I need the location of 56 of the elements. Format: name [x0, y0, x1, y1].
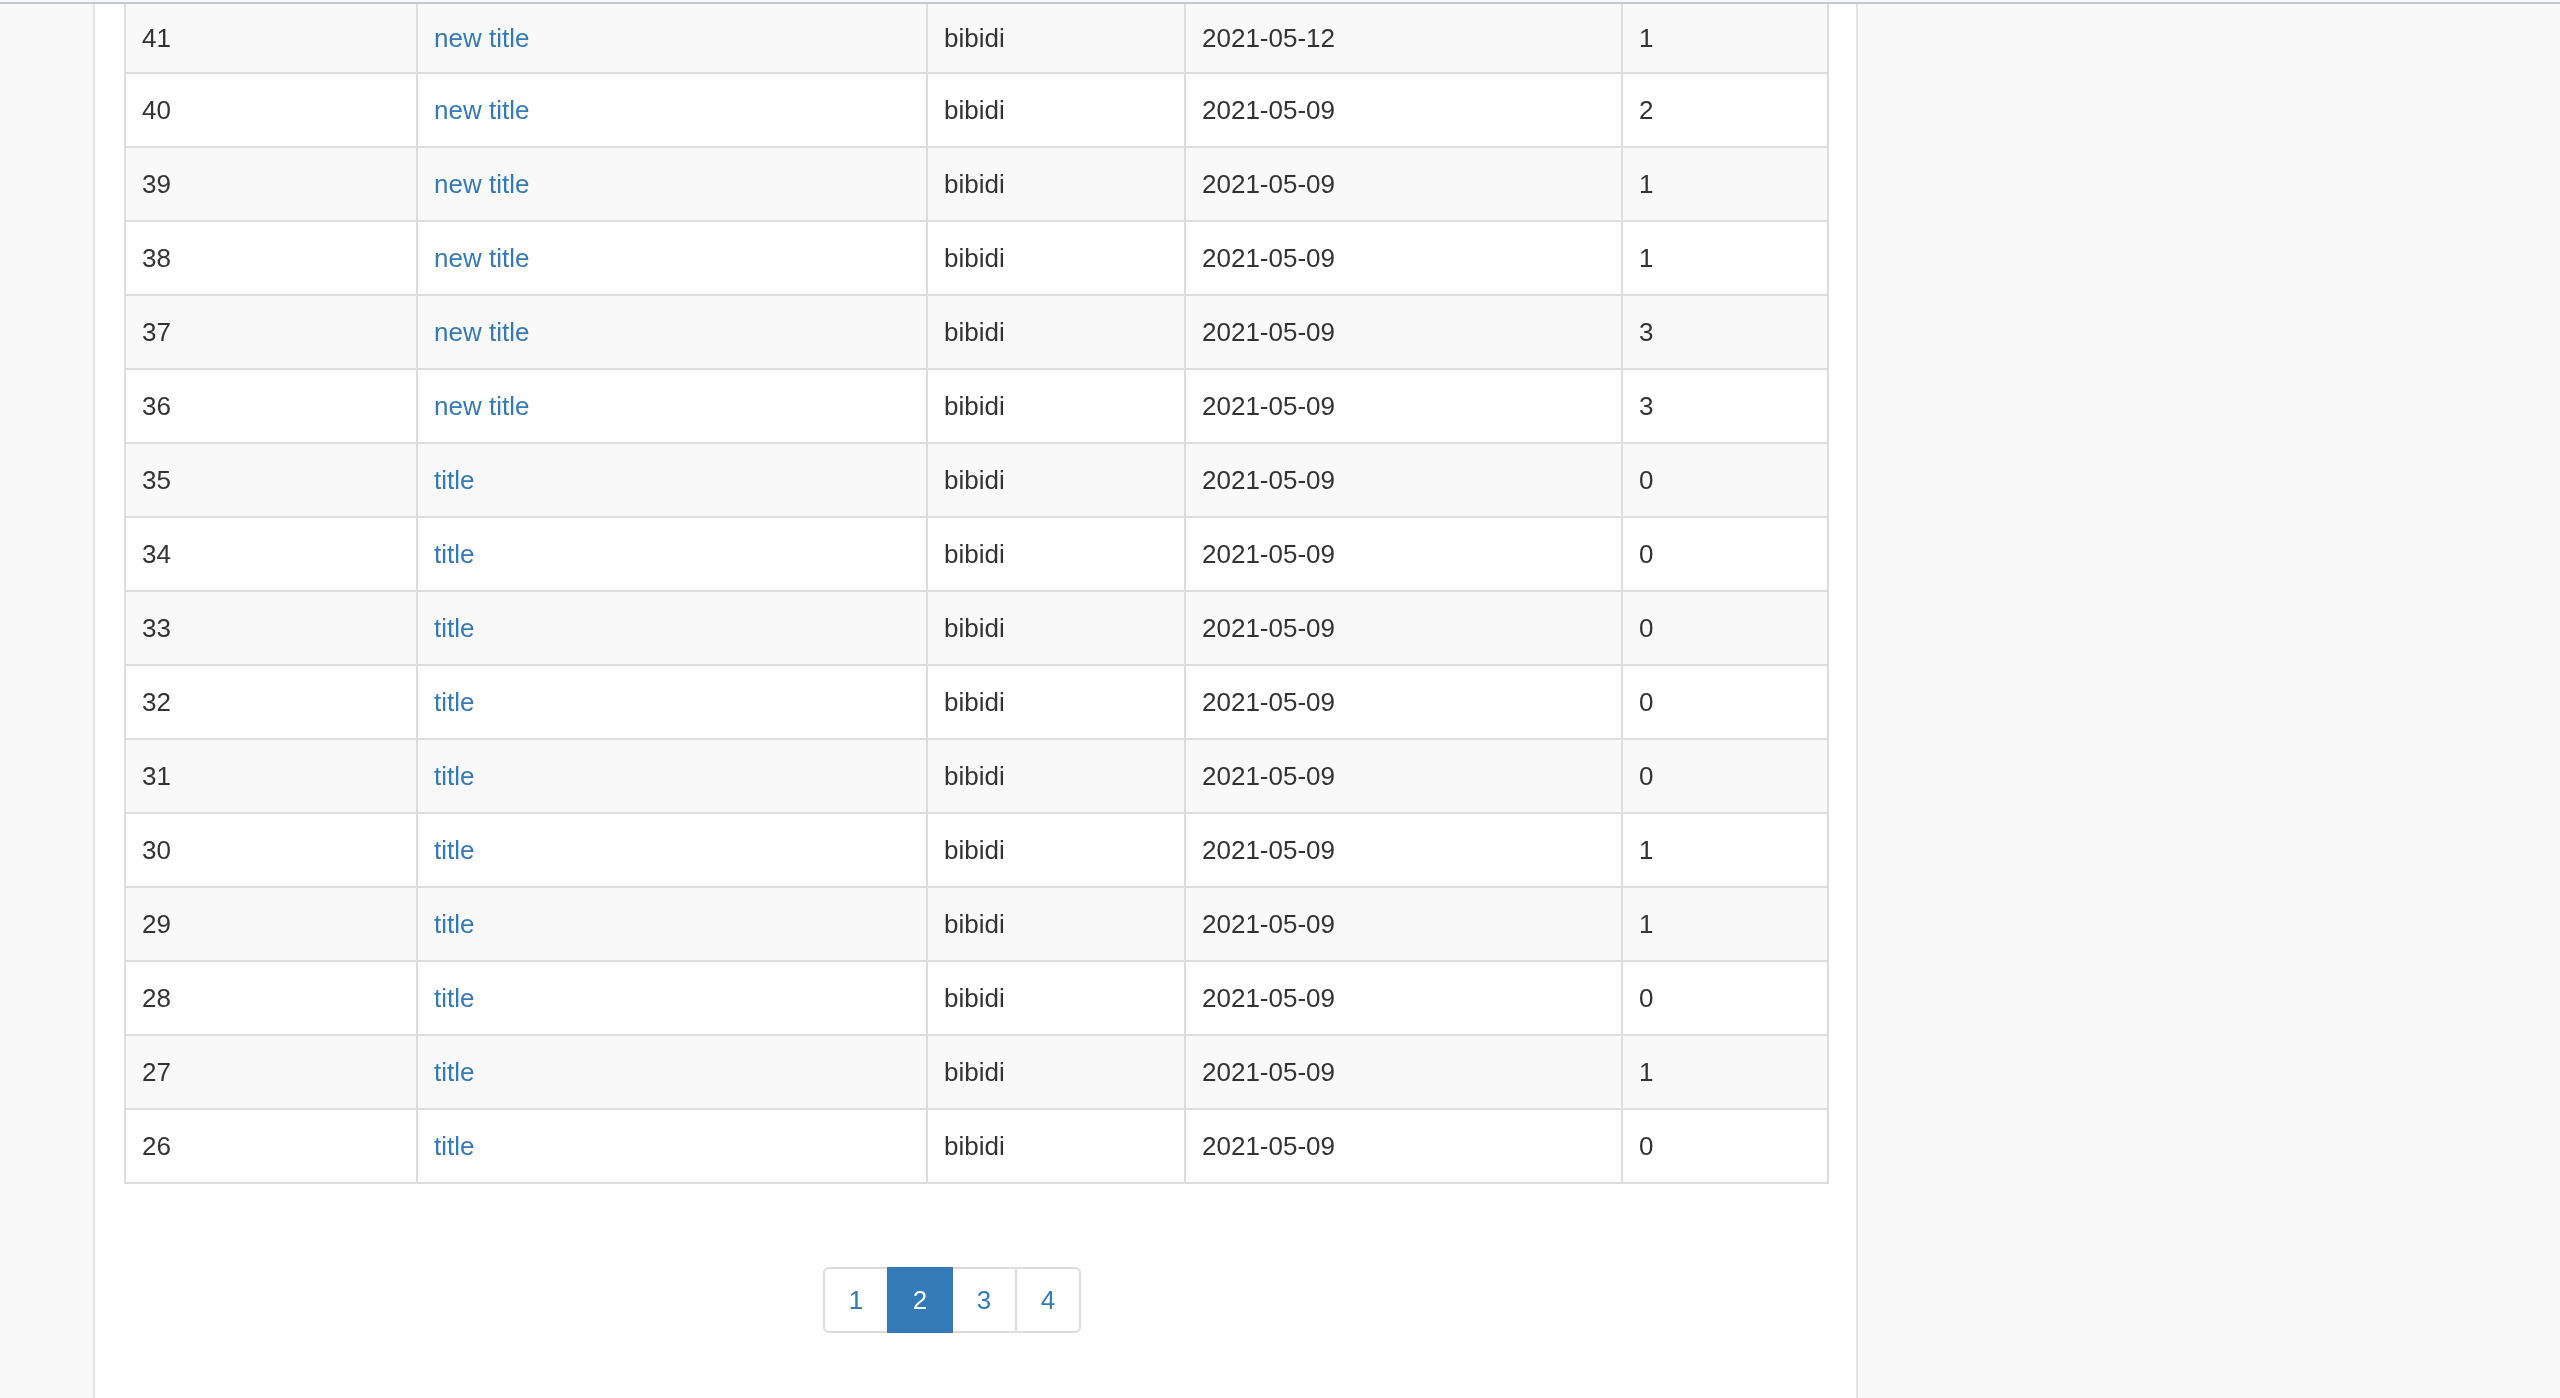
title-link[interactable]: title: [434, 464, 475, 495]
table-cell: 0: [1622, 591, 1828, 665]
page-button[interactable]: 1: [823, 1267, 889, 1333]
title-link[interactable]: title: [434, 1130, 475, 1161]
table-cell: bibidi: [927, 1109, 1185, 1183]
table-cell: 2021-05-09: [1185, 443, 1622, 517]
page-button[interactable]: 4: [1015, 1267, 1081, 1333]
table-cell: 3: [1622, 295, 1828, 369]
table-cell: bibidi: [927, 739, 1185, 813]
table-cell: 2021-05-09: [1185, 591, 1622, 665]
table-cell: 1: [1622, 887, 1828, 961]
table-cell: bibidi: [927, 443, 1185, 517]
table-cell: 31: [125, 739, 417, 813]
table-cell: 41: [125, 4, 417, 73]
title-link[interactable]: title: [434, 834, 475, 865]
table-cell: 37: [125, 295, 417, 369]
title-link[interactable]: new title: [434, 390, 530, 421]
table-cell: 29: [125, 887, 417, 961]
title-link[interactable]: new title: [434, 22, 530, 53]
table-cell: 0: [1622, 1109, 1828, 1183]
title-link[interactable]: title: [434, 760, 475, 791]
table-cell: 27: [125, 1035, 417, 1109]
table-cell: 2021-05-09: [1185, 887, 1622, 961]
table-cell: 1: [1622, 147, 1828, 221]
table-cell: 2021-05-09: [1185, 1109, 1622, 1183]
title-link[interactable]: new title: [434, 168, 530, 199]
table-cell: 1: [1622, 4, 1828, 73]
table-cell: 2021-05-09: [1185, 147, 1622, 221]
title-link[interactable]: title: [434, 538, 475, 569]
table-cell: bibidi: [927, 887, 1185, 961]
table-cell: 2021-05-09: [1185, 295, 1622, 369]
table-cell: 26: [125, 1109, 417, 1183]
table-cell: bibidi: [927, 1035, 1185, 1109]
table-cell: 33: [125, 591, 417, 665]
table-cell: 2021-05-09: [1185, 1035, 1622, 1109]
table-cell: bibidi: [927, 4, 1185, 73]
title-link[interactable]: title: [434, 908, 475, 939]
table-cell: 2021-05-12: [1185, 4, 1622, 73]
title-link[interactable]: title: [434, 1056, 475, 1087]
table-cell: 2021-05-09: [1185, 739, 1622, 813]
title-link[interactable]: title: [434, 612, 475, 643]
title-link[interactable]: title: [434, 686, 475, 717]
table-cell: bibidi: [927, 147, 1185, 221]
table-cell: 39: [125, 147, 417, 221]
title-link[interactable]: new title: [434, 94, 530, 125]
title-link[interactable]: new title: [434, 316, 530, 347]
page-button[interactable]: 3: [951, 1267, 1017, 1333]
page-button[interactable]: 2: [887, 1267, 953, 1333]
table-cell: bibidi: [927, 295, 1185, 369]
table-cell: 1: [1622, 1035, 1828, 1109]
table-cell: 0: [1622, 739, 1828, 813]
table-cell: bibidi: [927, 591, 1185, 665]
title-link[interactable]: title: [434, 982, 475, 1013]
table-cell: 35: [125, 443, 417, 517]
title-link[interactable]: new title: [434, 242, 530, 273]
table-cell: 0: [1622, 443, 1828, 517]
